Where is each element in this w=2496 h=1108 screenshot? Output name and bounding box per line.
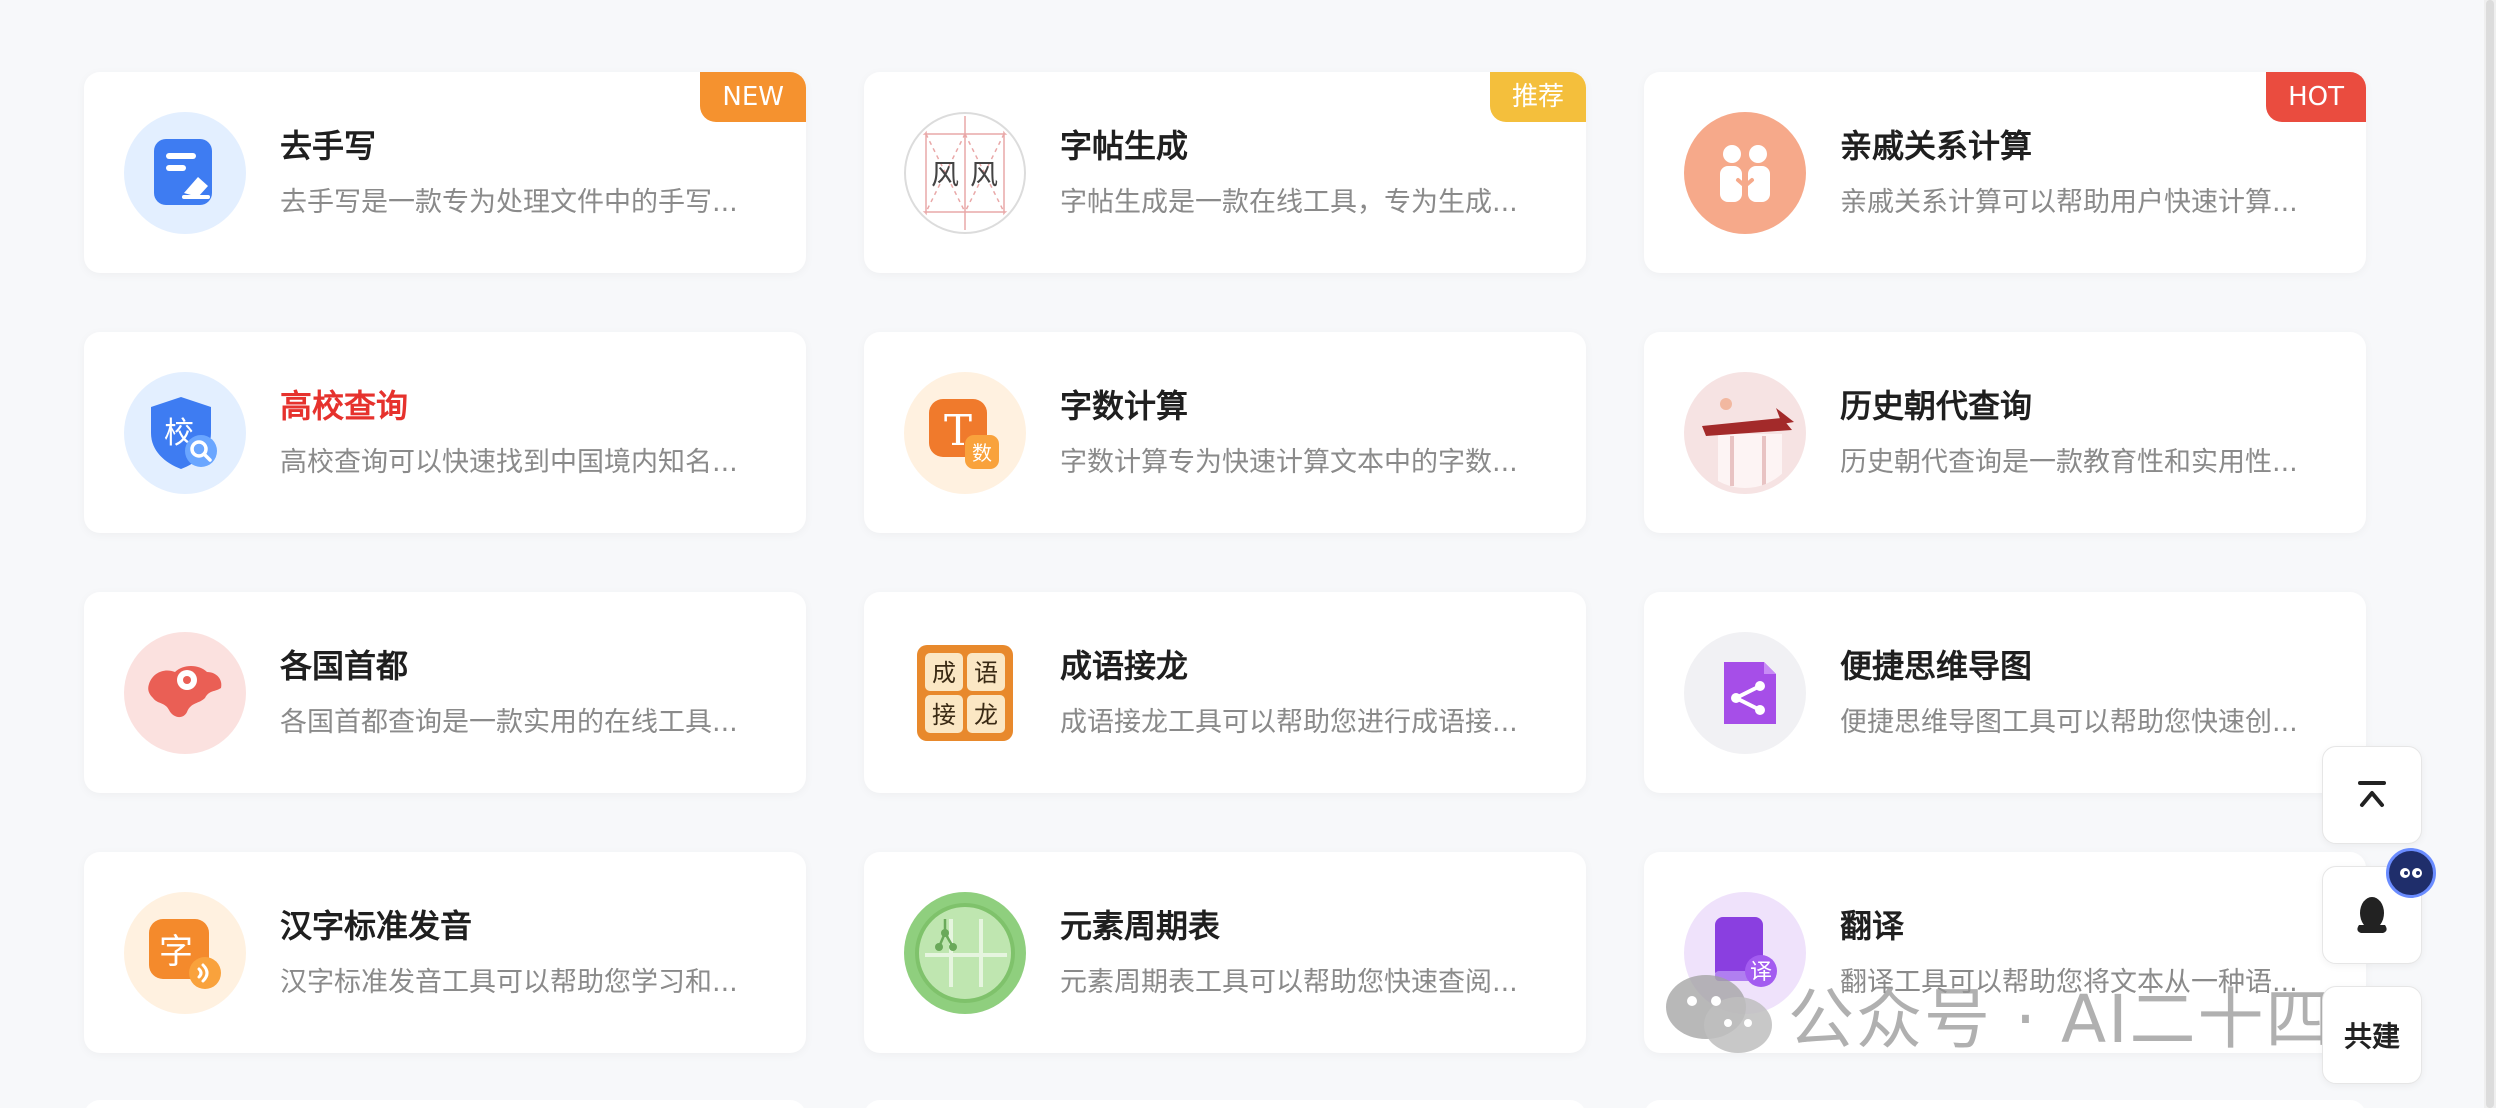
tool-card-relatives-calc[interactable]: HOT 亲戚关系计算 亲戚关系计算可以帮助用户快速计算... <box>1644 72 2366 273</box>
copybook-char: 风 <box>931 158 959 191</box>
card-title: 汉字标准发音 <box>280 906 473 945</box>
card-title: 各国首都 <box>280 646 409 685</box>
tool-card-copybook[interactable]: 推荐 风 风 字帖生成 字帖生成是一款在线工具，专为生成... <box>864 72 1586 273</box>
family-relation-icon <box>1684 111 1806 234</box>
card-title: 亲戚关系计算 <box>1840 126 2033 165</box>
card-desc: 字帖生成是一款在线工具，专为生成... <box>1060 186 1518 218</box>
idiom-tile: 龙 <box>974 701 998 729</box>
co-build-button[interactable]: 共建 <box>2322 986 2422 1084</box>
tool-card-university-search[interactable]: 校 高校查询 高校查询可以快速找到中国境内知名... <box>84 332 806 533</box>
document-eraser-icon <box>124 111 246 234</box>
count-char: 数 <box>972 441 992 465</box>
card-title: 翻译 <box>1840 906 1905 945</box>
character-pronunciation-icon: 字 <box>124 891 246 1014</box>
periodic-table-icon <box>904 891 1026 1014</box>
card-desc: 亲戚关系计算可以帮助用户快速计算... <box>1840 186 2298 218</box>
card-edge <box>1644 1100 2366 1108</box>
wechat-watermark: 公众号 · AI二十四时 <box>1664 966 2402 1062</box>
tool-card-word-count[interactable]: T 数 字数计算 字数计算专为快速计算文本中的字数... <box>864 332 1586 533</box>
recommend-badge: 推荐 <box>1489 72 1586 122</box>
tool-card-grid: NEW 去手写 去手写是一款专为处理文件中的手写... 推荐 风 风 字帖生成 … <box>84 72 2366 1053</box>
card-title: 高校查询 <box>280 386 409 425</box>
card-title: 便捷思维导图 <box>1840 646 2033 685</box>
card-desc: 便捷思维导图工具可以帮助您快速创... <box>1840 706 2298 738</box>
mind-map-icon <box>1684 631 1806 754</box>
tool-card-periodic-table[interactable]: 元素周期表 元素周期表工具可以帮助您快速查阅... <box>864 852 1586 1053</box>
copybook-char: 风 <box>970 158 998 191</box>
scrollbar-thumb[interactable] <box>2486 0 2494 1108</box>
card-desc: 元素周期表工具可以帮助您快速查阅... <box>1060 966 1518 998</box>
idiom-tile: 接 <box>932 701 956 729</box>
card-edge <box>864 1100 1586 1108</box>
card-desc: 成语接龙工具可以帮助您进行成语接... <box>1060 706 1518 738</box>
card-desc: 汉字标准发音工具可以帮助您学习和... <box>280 966 738 998</box>
card-desc: 历史朝代查询是一款教育性和实用性... <box>1840 446 2298 478</box>
bot-face-icon <box>2400 868 2422 878</box>
next-row-cards-partial <box>84 1100 2366 1108</box>
card-title: 字数计算 <box>1060 386 1189 425</box>
card-edge <box>84 1100 806 1108</box>
tool-card-capitals[interactable]: 各国首都 各国首都查询是一款实用的在线工具... <box>84 592 806 793</box>
tool-list-page: NEW 去手写 去手写是一款专为处理文件中的手写... 推荐 风 风 字帖生成 … <box>0 0 2496 1108</box>
idiom-tiles-icon: 成 语 接 龙 <box>904 632 1026 754</box>
idiom-tile: 语 <box>974 659 998 687</box>
card-desc: 各国首都查询是一款实用的在线工具... <box>280 706 738 738</box>
co-build-label: 共建 <box>2343 1020 2400 1053</box>
tool-card-remove-handwriting[interactable]: NEW 去手写 去手写是一款专为处理文件中的手写... <box>84 72 806 273</box>
card-title: 去手写 <box>280 126 377 165</box>
idiom-tile: 成 <box>932 659 956 687</box>
new-badge: NEW <box>700 72 806 122</box>
ancient-building-icon <box>1684 371 1806 494</box>
card-desc: 高校查询可以快速找到中国境内知名... <box>280 446 738 478</box>
back-to-top-icon <box>2358 781 2386 807</box>
card-title: 字帖生成 <box>1060 126 1189 165</box>
qq-penguin-icon <box>2357 897 2387 933</box>
word-count-icon: T 数 <box>904 371 1026 494</box>
pronunciation-char: 字 <box>159 932 193 972</box>
tool-card-dynasty-search[interactable]: 历史朝代查询 历史朝代查询是一款教育性和实用性... <box>1644 332 2366 533</box>
tool-card-idiom-chain[interactable]: 成 语 接 龙 成语接龙 成语接龙工具可以帮助您进行成语接... <box>864 592 1586 793</box>
school-shield-search-icon: 校 <box>124 371 246 494</box>
watermark-text: 公众号 · AI二十四时 <box>1788 981 2402 1058</box>
world-map-pin-icon <box>124 631 246 754</box>
card-title: 元素周期表 <box>1060 906 1221 945</box>
assistant-avatar[interactable] <box>2386 848 2436 898</box>
tool-card-pronunciation[interactable]: 字 汉字标准发音 汉字标准发音工具可以帮助您学习和... <box>84 852 806 1053</box>
tool-card-mind-map[interactable]: 便捷思维导图 便捷思维导图工具可以帮助您快速创... <box>1644 592 2366 793</box>
card-desc: 字数计算专为快速计算文本中的字数... <box>1060 446 1518 478</box>
card-title: 历史朝代查询 <box>1840 386 2033 425</box>
hot-badge: HOT <box>2266 72 2366 122</box>
back-to-top-button[interactable] <box>2322 746 2422 844</box>
card-desc: 去手写是一款专为处理文件中的手写... <box>280 186 738 218</box>
calligraphy-grid-icon: 风 风 <box>904 111 1026 234</box>
wechat-icon <box>1666 975 1772 1053</box>
card-title: 成语接龙 <box>1060 646 1189 685</box>
